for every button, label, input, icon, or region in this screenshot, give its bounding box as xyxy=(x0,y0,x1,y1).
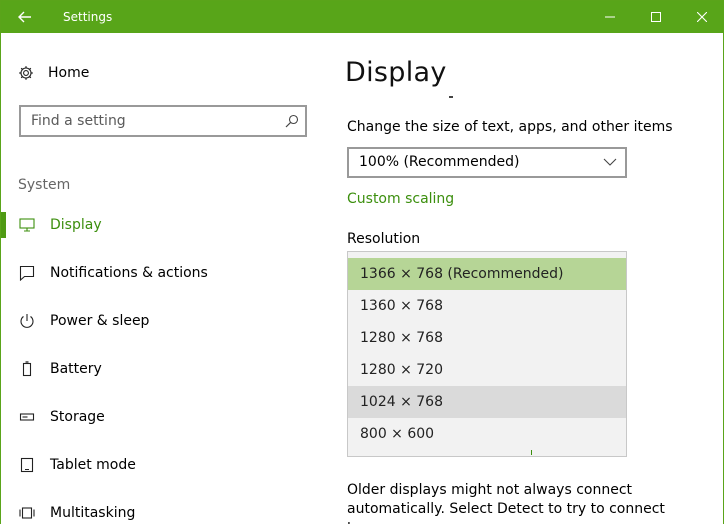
maximize-button[interactable] xyxy=(633,1,679,33)
resolution-dropdown-list[interactable]: 1366 × 768 (Recommended) 1360 × 768 1280… xyxy=(347,251,627,457)
search-icon[interactable] xyxy=(285,114,299,128)
sidebar-item-label: Display xyxy=(50,217,102,233)
search-box[interactable] xyxy=(19,105,307,137)
storage-icon xyxy=(19,413,35,421)
close-button[interactable] xyxy=(679,1,724,33)
resolution-option[interactable]: 1280 × 720 xyxy=(348,354,626,386)
divider-mark xyxy=(449,96,453,98)
sidebar-item-display[interactable]: Display xyxy=(1,210,321,240)
scale-dropdown-value: 100% (Recommended) xyxy=(359,154,520,170)
sidebar-item-label: Storage xyxy=(50,409,105,425)
back-button[interactable] xyxy=(1,1,49,33)
resolution-option[interactable]: 1366 × 768 (Recommended) xyxy=(348,258,626,290)
sidebar-item-label: Multitasking xyxy=(50,505,136,521)
scale-dropdown[interactable]: 100% (Recommended) xyxy=(347,147,627,178)
monitor-icon xyxy=(19,218,35,232)
chevron-down-icon xyxy=(603,158,617,166)
minimize-button[interactable] xyxy=(587,1,633,33)
section-heading: System xyxy=(18,177,71,193)
gear-icon xyxy=(19,66,33,80)
close-icon xyxy=(697,12,707,22)
sidebar-item-label: Power & sleep xyxy=(50,313,150,329)
sidebar-item-tablet-mode[interactable]: Tablet mode xyxy=(1,450,321,480)
sidebar-item-storage[interactable]: Storage xyxy=(1,402,321,432)
scale-label: Change the size of text, apps, and other… xyxy=(347,119,673,135)
sidebar-item-power[interactable]: Power & sleep xyxy=(1,306,321,336)
minimize-icon xyxy=(605,16,615,18)
sidebar-item-multitasking[interactable]: Multitasking xyxy=(1,498,321,524)
maximize-icon xyxy=(651,12,661,22)
sidebar-item-battery[interactable]: Battery xyxy=(1,354,321,384)
resolution-label: Resolution xyxy=(347,231,421,247)
resolution-option[interactable]: 1024 × 768 xyxy=(348,386,626,418)
resolution-option[interactable]: 1360 × 768 xyxy=(348,290,626,322)
nav-home-label: Home xyxy=(48,65,90,81)
back-arrow-icon xyxy=(18,11,31,23)
resolution-option[interactable]: 1280 × 768 xyxy=(348,322,626,354)
window-title: Settings xyxy=(63,10,113,24)
nav-home[interactable]: Home xyxy=(18,59,89,87)
power-icon xyxy=(20,314,34,328)
sidebar-item-label: Notifications & actions xyxy=(50,265,208,281)
hidden-link-fragment xyxy=(531,450,535,455)
sidebar-item-label: Tablet mode xyxy=(50,457,136,473)
settings-window: Settings Home System Display Noti xyxy=(0,0,724,524)
older-displays-text: Older displays might not always connect … xyxy=(347,482,665,524)
message-icon xyxy=(19,265,35,281)
custom-scaling-link[interactable]: Custom scaling xyxy=(347,191,454,207)
search-input[interactable] xyxy=(21,107,271,135)
sidebar-item-label: Battery xyxy=(50,361,102,377)
tablet-icon xyxy=(20,457,34,473)
resolution-option[interactable]: 800 × 600 xyxy=(348,418,626,450)
sidebar-item-notifications[interactable]: Notifications & actions xyxy=(1,258,321,288)
page-title: Display xyxy=(345,57,447,88)
multitasking-icon xyxy=(19,507,35,519)
battery-icon xyxy=(22,361,32,377)
title-bar: Settings xyxy=(1,1,724,33)
